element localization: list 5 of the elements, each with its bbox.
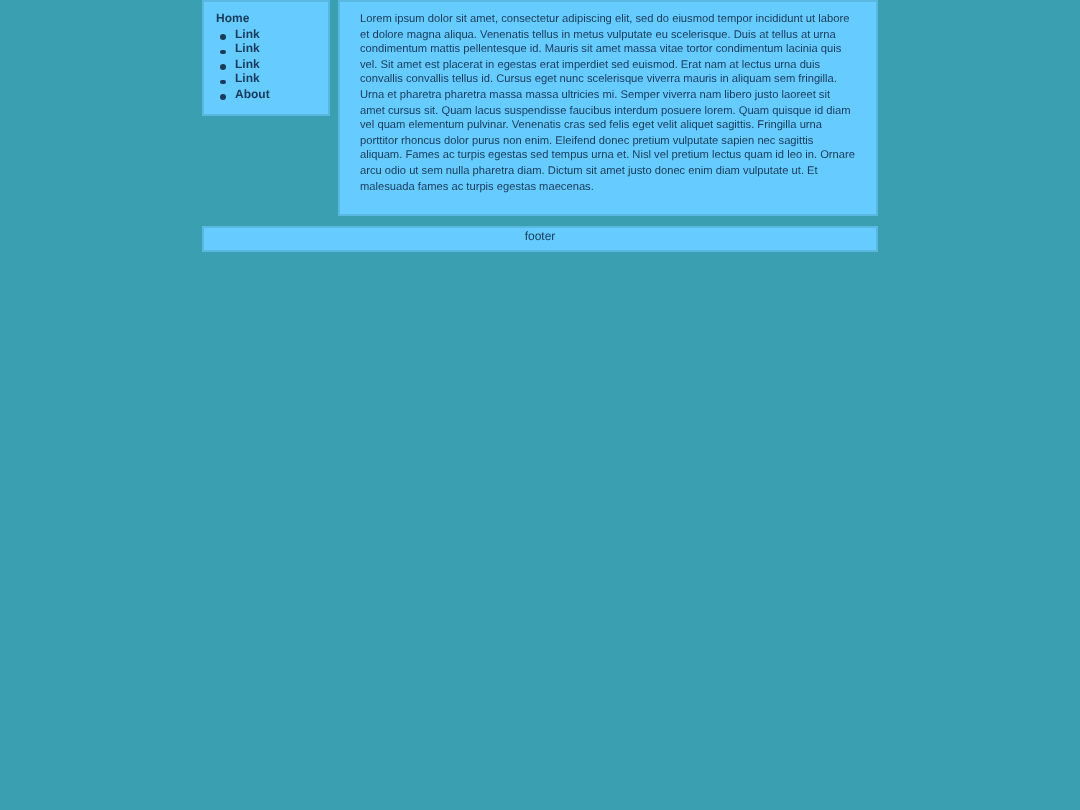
bullet-icon: [220, 79, 225, 84]
bullet-icon: [220, 94, 225, 99]
bullet-icon: [220, 49, 225, 54]
bullet-icon: [220, 64, 225, 69]
bullet-icon: [220, 34, 225, 39]
